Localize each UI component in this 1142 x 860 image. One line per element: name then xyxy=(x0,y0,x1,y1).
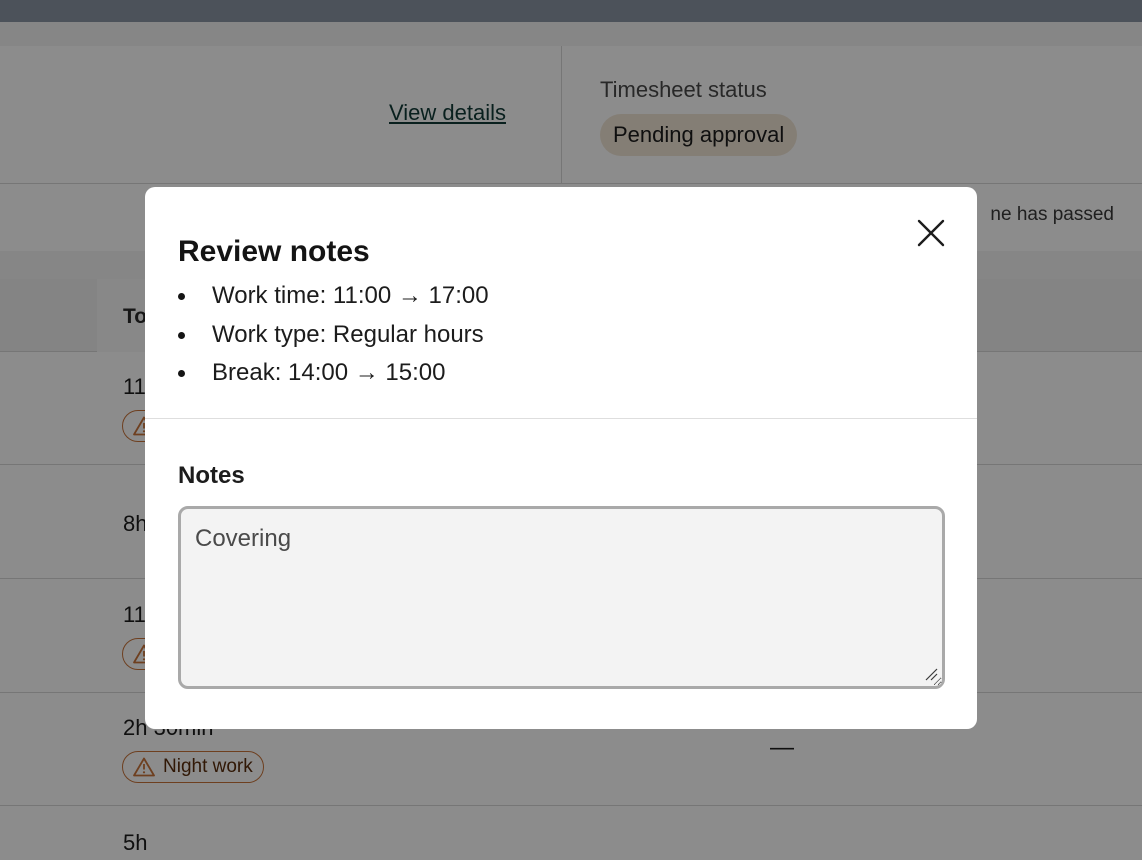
review-notes-dialog: Review notes Work time: 11:00 → 17:00 Wo… xyxy=(145,187,977,729)
summary-item-break: Break: 14:00 → 15:00 xyxy=(178,358,489,397)
modal-divider xyxy=(145,418,977,419)
summary-item-work-time: Work time: 11:00 → 17:00 xyxy=(178,281,489,320)
close-button[interactable] xyxy=(910,212,952,254)
notes-textarea[interactable]: Covering xyxy=(178,506,945,689)
modal-title: Review notes xyxy=(178,235,370,268)
notes-label: Notes xyxy=(178,462,245,489)
summary-item-work-type: Work type: Regular hours xyxy=(178,320,489,359)
shift-summary-list: Work time: 11:00 → 17:00 Work type: Regu… xyxy=(178,281,489,397)
close-icon xyxy=(917,219,945,247)
